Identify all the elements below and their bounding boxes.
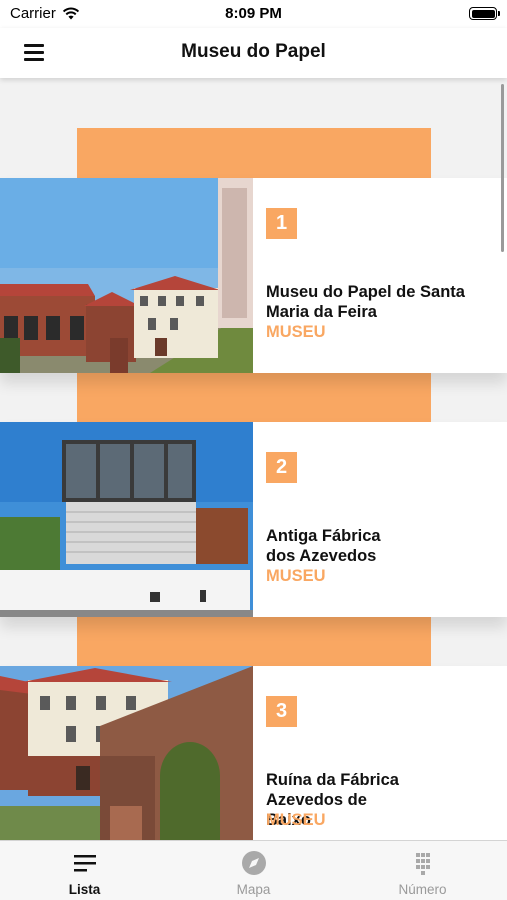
scroll-indicator[interactable] [501, 84, 504, 252]
museum-photo [0, 178, 253, 373]
list-item[interactable]: 2 Antiga Fábrica dos Azevedos MUSEU [0, 422, 507, 617]
battery-icon [469, 7, 500, 20]
orange-band [77, 128, 431, 178]
museum-photo [0, 666, 253, 840]
item-category: MUSEU [266, 567, 326, 585]
orange-band [77, 616, 431, 666]
tab-label: Número [398, 882, 447, 897]
compass-icon [242, 851, 266, 875]
tab-mapa[interactable]: Mapa [169, 841, 338, 900]
tab-label: Mapa [236, 882, 271, 897]
item-category: MUSEU [266, 323, 326, 341]
list-item[interactable]: 3 Ruína da Fábrica Azevedos de Baixo MUS… [0, 666, 507, 840]
keypad-icon [416, 853, 430, 875]
list-icon [74, 855, 96, 872]
tab-label: Lista [68, 882, 101, 897]
item-category: MUSEU [266, 811, 326, 829]
orange-band [77, 372, 431, 422]
item-title: Antiga Fábrica dos Azevedos [266, 527, 381, 565]
museum-photo [0, 422, 253, 617]
page-title: Museu do Papel [181, 41, 326, 62]
navigation-bar: Museu do Papel [0, 28, 507, 78]
tab-numero[interactable]: Número [338, 841, 507, 900]
status-bar: Carrier 8:09 PM [0, 0, 507, 28]
item-number-badge: 1 [266, 208, 297, 239]
list-item[interactable]: 1 Museu do Papel de Santa Maria da Feira… [0, 178, 507, 373]
tab-lista[interactable]: Lista [0, 841, 169, 900]
clock: 8:09 PM [225, 5, 282, 22]
item-number-badge: 2 [266, 452, 297, 483]
museum-list[interactable]: 1 Museu do Papel de Santa Maria da Feira… [0, 80, 507, 840]
item-number-badge: 3 [266, 696, 297, 727]
tab-bar: Lista Mapa Número [0, 840, 507, 900]
item-title: Museu do Papel de Santa Maria da Feira [266, 283, 465, 321]
